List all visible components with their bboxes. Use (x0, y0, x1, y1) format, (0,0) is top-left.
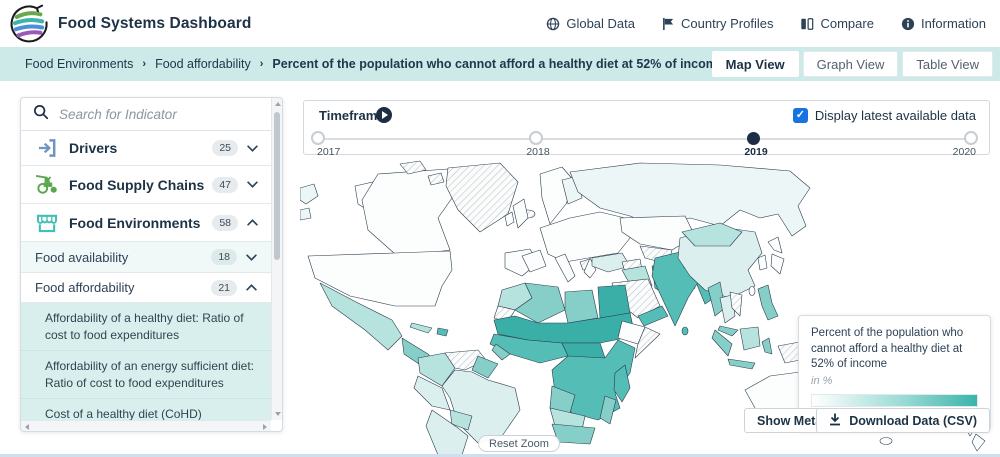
indicator-item[interactable]: Affordability of a healthy diet: Ratio o… (21, 303, 271, 351)
checkbox-checked-icon[interactable]: ✓ (793, 108, 808, 123)
sidebar-section-label: Food Environments (69, 215, 212, 231)
breadcrumb-food-affordability[interactable]: Food affordability (155, 57, 251, 71)
download-data-label: Download Data (CSV) (849, 414, 977, 428)
tab-graph-view[interactable]: Graph View (803, 51, 899, 77)
scroll-right-arrow-icon[interactable] (263, 424, 267, 430)
scroll-left-arrow-icon[interactable] (25, 424, 29, 430)
flag-icon (662, 17, 675, 31)
sidebar-section-food-environments[interactable]: Food Environments 58 (21, 204, 271, 242)
search-icon (33, 104, 49, 125)
sidebar-section-label: Drivers (69, 140, 212, 156)
chevron-down-icon (247, 145, 258, 152)
breadcrumb-bar: Food Environments › Food affordability ›… (0, 47, 1000, 81)
nav-country-profiles[interactable]: Country Profiles (662, 16, 773, 31)
app-header: Food Systems Dashboard Global Data Count… (0, 0, 1000, 47)
nav-label: Compare (820, 16, 873, 31)
count-badge: 21 (211, 280, 237, 296)
download-data-button[interactable]: Download Data (CSV) (816, 408, 990, 433)
count-badge: 47 (212, 177, 238, 193)
nav-label: Global Data (566, 16, 635, 31)
globe-icon (546, 17, 560, 31)
scrollbar-thumb[interactable] (274, 112, 280, 260)
drivers-icon (34, 138, 60, 158)
timeframe-panel: Timeframe ✓ Display latest available dat… (303, 100, 990, 155)
count-badge: 18 (211, 249, 237, 265)
slider-stop-2019-selected[interactable] (747, 132, 760, 145)
legend-gradient-bar (811, 394, 978, 407)
subsection-label: Food affordability (35, 280, 211, 295)
breadcrumb-separator: › (142, 58, 146, 70)
scroll-up-arrow-icon[interactable] (275, 102, 281, 106)
slider-stop-2017[interactable] (311, 131, 325, 145)
app-title: Food Systems Dashboard (58, 15, 251, 33)
chevron-up-icon (246, 284, 257, 291)
nav-global-data[interactable]: Global Data (546, 16, 635, 31)
nav-label: Country Profiles (681, 16, 773, 31)
tractor-icon (34, 174, 60, 195)
timeframe-label: Timeframe (319, 108, 385, 123)
sidebar-subsection-food-availability[interactable]: Food availability 18 (21, 242, 271, 273)
reset-zoom-button[interactable]: Reset Zoom (478, 435, 560, 452)
year-label-selected: 2019 (744, 146, 767, 158)
app-logo-icon[interactable] (8, 3, 50, 45)
count-badge: 58 (212, 215, 238, 231)
indicator-item[interactable]: Cost of a healthy diet (CoHD) (21, 399, 271, 420)
subsection-label: Food availability (35, 250, 211, 265)
indicator-item[interactable]: Affordability of an energy sufficient di… (21, 351, 271, 399)
breadcrumb-current-indicator: Percent of the population who cannot aff… (272, 57, 723, 71)
indicator-search-row (21, 98, 271, 131)
breadcrumb-food-environments[interactable]: Food Environments (25, 57, 133, 71)
main-nav: Global Data Country Profiles Compare Inf… (546, 0, 986, 47)
view-tabs: Map View Graph View Table View (712, 51, 993, 77)
year-label: 2018 (526, 146, 549, 158)
checkbox-label: Display latest available data (815, 108, 976, 123)
slider-stop-2018[interactable] (529, 131, 543, 145)
search-input[interactable] (59, 107, 259, 122)
legend-unit: in % (811, 375, 978, 387)
download-icon (829, 413, 841, 429)
info-icon (901, 17, 915, 31)
slider-stop-2020[interactable] (964, 131, 978, 145)
chevron-down-icon (247, 181, 258, 188)
indicator-sidebar: Drivers 25 Food Supply Chains 47 (20, 97, 283, 432)
storefront-icon (34, 213, 60, 233)
chevron-down-icon (246, 254, 257, 261)
year-label: 2020 (953, 146, 976, 158)
year-label: 2017 (317, 146, 340, 158)
year-slider-track[interactable] (319, 138, 972, 140)
sidebar-section-label: Food Supply Chains (69, 177, 212, 193)
tab-table-view[interactable]: Table View (902, 51, 993, 77)
sidebar-section-drivers[interactable]: Drivers 25 (21, 131, 271, 166)
latest-data-checkbox[interactable]: ✓ Display latest available data (793, 108, 976, 123)
sidebar-section-food-supply-chains[interactable]: Food Supply Chains 47 (21, 166, 271, 204)
tab-map-view[interactable]: Map View (712, 51, 799, 77)
legend-title: Percent of the population who cannot aff… (811, 326, 978, 373)
sidebar-subsection-food-affordability[interactable]: Food affordability 21 (21, 273, 271, 303)
count-badge: 25 (212, 140, 238, 156)
play-icon[interactable] (376, 107, 392, 123)
breadcrumb-separator: › (260, 58, 264, 70)
nav-compare[interactable]: Compare (800, 16, 873, 31)
compare-icon (800, 17, 814, 31)
sidebar-vertical-scrollbar[interactable] (271, 98, 282, 420)
scroll-down-arrow-icon[interactable] (275, 412, 281, 416)
nav-information[interactable]: Information (901, 16, 986, 31)
chevron-up-icon (247, 219, 258, 226)
food-systems-dashboard-page: Food Systems Dashboard Global Data Count… (0, 0, 1000, 457)
sidebar-horizontal-scrollbar[interactable] (21, 420, 271, 431)
nav-label: Information (921, 16, 986, 31)
